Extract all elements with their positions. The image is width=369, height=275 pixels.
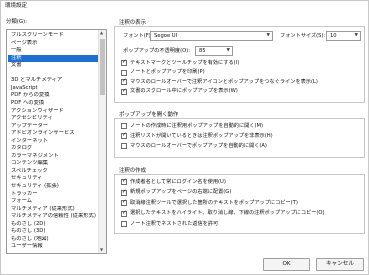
create-option-checkbox[interactable] — [121, 189, 127, 196]
ok-button[interactable]: OK — [263, 258, 310, 271]
scroll-thumb[interactable] — [100, 39, 105, 95]
category-item[interactable]: ものさし (2D) — [8, 221, 98, 228]
popup-option-label[interactable]: 注釈リストが開いているときは注釈ポップアップを非表示(H) — [130, 133, 273, 139]
category-item[interactable] — [8, 70, 98, 77]
chevron-down-icon: ▼ — [266, 33, 270, 38]
font-label: フォント(F): — [123, 33, 153, 39]
fontsize-select-value: 10 — [330, 33, 337, 39]
category-item[interactable]: ものさし (3D) — [8, 228, 98, 235]
opacity-label: ポップアップの不透明度(O): — [123, 48, 190, 54]
fontsize-select[interactable]: 10 ▼ — [326, 31, 361, 41]
create-option-label[interactable]: ノート注釈でネストされた返信を許可 — [130, 221, 218, 227]
display-option-label[interactable]: 文書のスクロール中にポップアップを表示(W) — [130, 88, 238, 94]
popup-option-checkbox[interactable] — [121, 143, 127, 149]
category-item[interactable]: インターネット — [8, 138, 98, 145]
popup-group-title: ポップアップを開く動作 — [118, 112, 180, 119]
display-option-checkbox[interactable] — [121, 79, 127, 85]
chevron-down-icon: ▼ — [354, 33, 358, 38]
category-item[interactable]: セキュリティ — [8, 175, 98, 182]
category-item[interactable]: コンテンツ編集 — [8, 160, 98, 167]
display-group-title: 注釈の表示 — [118, 20, 147, 27]
title-bar: 環境設定 — [1, 1, 368, 13]
popup-option-checkbox[interactable] — [121, 123, 127, 129]
display-option-checkbox[interactable] — [121, 69, 127, 76]
category-item[interactable]: PDF からの変換 — [8, 92, 98, 99]
scroll-down-icon[interactable]: ▼ — [100, 248, 103, 252]
window-title: 環境設定 — [5, 3, 28, 9]
create-option-label[interactable]: 取消線注釈ツールで選択した箇所のテキストをポップアップにコピー(T) — [130, 200, 298, 206]
display-option-label[interactable]: マウスのロールオーバーで注釈アイコンとポップアップをつなぐラインを表示(L) — [130, 79, 318, 85]
popup-option-label[interactable]: マウスのロールオーバーでポップアップを自動的に開く(A) — [130, 143, 267, 149]
create-group-title: 注釈の作成 — [118, 168, 147, 175]
category-item[interactable]: ユーザー情報 — [8, 243, 98, 250]
create-option-checkbox[interactable] — [121, 200, 127, 206]
category-item[interactable]: マルチメディア (従来形式) — [8, 206, 98, 213]
category-item[interactable]: マルチメディアの信頼性 (従来形式) — [8, 213, 98, 220]
category-item[interactable]: トラッカー — [8, 191, 98, 198]
category-item[interactable]: アクションウィザード — [8, 108, 98, 115]
category-item[interactable]: ページ表示 — [8, 40, 98, 47]
popup-option-label[interactable]: ノートの作成時に注釈用ポップアップを自動的に開く(M) — [130, 123, 263, 129]
opacity-select[interactable]: 85 ▼ — [195, 46, 233, 56]
popup-option-checkbox[interactable] — [121, 133, 127, 139]
category-item[interactable]: セキュリティ (拡張) — [8, 183, 98, 190]
category-item[interactable]: 文書 — [8, 62, 98, 69]
create-option-checkbox[interactable] — [121, 210, 127, 217]
category-item[interactable]: 3D とマルチメディア — [8, 77, 98, 84]
category-item[interactable]: フルスクリーンモード — [8, 32, 98, 39]
create-option-checkbox[interactable] — [121, 221, 127, 227]
font-select[interactable]: Segoe UI ▼ — [150, 31, 273, 41]
category-item[interactable]: ものさし (地図) — [8, 236, 98, 243]
create-option-label[interactable]: 新規ポップアップをページの右端に配置(G) — [130, 189, 231, 195]
chevron-down-icon: ▼ — [226, 48, 230, 53]
category-item[interactable]: 注釈 — [8, 54, 98, 62]
category-item[interactable]: アップデーター — [8, 123, 98, 130]
categories-label: 分類(G): — [6, 19, 27, 25]
display-option-checkbox[interactable] — [121, 60, 127, 66]
preferences-dialog: 環境設定 分類(G): フルスクリーンモード ページ表示 一般 注釈 文書 3D とマルチ… — [0, 0, 369, 275]
category-item[interactable]: カラーマネジメント — [8, 153, 98, 160]
category-item[interactable]: アドビオンラインサービス — [8, 130, 98, 137]
category-item[interactable]: カタログ — [8, 145, 98, 152]
category-item[interactable]: 一般 — [8, 47, 98, 54]
category-item[interactable]: スペルチェック — [8, 168, 98, 175]
create-option-label[interactable]: 選択したテキストをハイライト、取り消し線、下線の注釈ポップアップにコピー(O) — [130, 210, 325, 216]
display-option-checkbox[interactable] — [121, 88, 127, 95]
font-select-value: Segoe UI — [154, 33, 178, 39]
create-option-label[interactable]: 作成者名として常にログイン名を使用(U) — [130, 179, 226, 185]
create-option-checkbox[interactable] — [121, 179, 127, 185]
category-scrollbar[interactable]: ▲ ▼ — [98, 30, 106, 253]
category-list[interactable]: フルスクリーンモード ページ表示 一般 注釈 文書 3D とマルチメディア JavaScri… — [6, 29, 107, 254]
category-item[interactable]: PDF への変換 — [8, 100, 98, 107]
fontsize-label: フォントサイズ(S): — [280, 33, 326, 39]
scroll-up-icon[interactable]: ▲ — [100, 31, 103, 35]
category-item[interactable]: アクセシビリティ — [8, 115, 98, 122]
display-option-label[interactable]: テキストマークとツールチップを有効にする(I) — [130, 60, 239, 66]
category-item[interactable]: フォーム — [8, 198, 98, 205]
category-item[interactable]: JavaScript — [8, 85, 98, 92]
display-option-label[interactable]: ノートとポップアップを印刷(P) — [130, 69, 205, 75]
cancel-button[interactable]: キャンセル — [316, 258, 364, 271]
opacity-select-value: 85 — [199, 48, 206, 54]
